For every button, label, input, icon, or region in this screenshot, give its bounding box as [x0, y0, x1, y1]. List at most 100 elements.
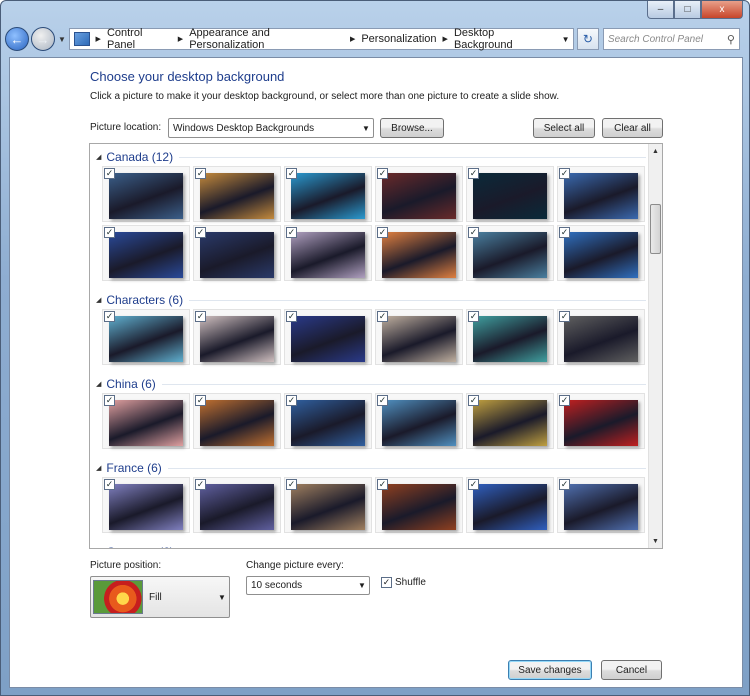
wallpaper-checkbox[interactable]: ✓ [559, 311, 570, 322]
wallpaper-checkbox[interactable]: ✓ [377, 479, 388, 490]
wallpaper-checkbox[interactable]: ✓ [377, 311, 388, 322]
wallpaper-thumbnail[interactable]: ✓ [375, 477, 463, 533]
breadcrumb-desktop-background[interactable]: Desktop Background [450, 27, 557, 51]
breadcrumb-appearance[interactable]: Appearance and Personalization [185, 27, 348, 51]
shuffle-option[interactable]: ✓ Shuffle [381, 577, 426, 588]
wallpaper-checkbox[interactable]: ✓ [468, 395, 479, 406]
cancel-button[interactable]: Cancel [601, 660, 662, 680]
wallpaper-thumbnail[interactable]: ✓ [466, 477, 554, 533]
wallpaper-checkbox[interactable]: ✓ [195, 227, 206, 238]
wallpaper-checkbox[interactable]: ✓ [195, 395, 206, 406]
address-dropdown-icon[interactable]: ▼ [557, 29, 573, 49]
change-every-select[interactable]: 10 seconds ▼ [246, 576, 370, 595]
wallpaper-thumbnail[interactable]: ✓ [284, 309, 372, 365]
wallpaper-thumbnail[interactable]: ✓ [284, 393, 372, 449]
wallpaper-checkbox[interactable]: ✓ [559, 395, 570, 406]
wallpaper-thumbnail[interactable]: ✓ [375, 225, 463, 281]
wallpaper-checkbox[interactable]: ✓ [104, 227, 115, 238]
chevron-right-icon[interactable]: ▶ [348, 35, 357, 43]
wallpaper-thumbnail[interactable]: ✓ [284, 225, 372, 281]
wallpaper-thumbnail[interactable]: ✓ [557, 309, 645, 365]
wallpaper-checkbox[interactable]: ✓ [104, 311, 115, 322]
clear-all-button[interactable]: Clear all [602, 118, 663, 138]
wallpaper-thumbnail[interactable]: ✓ [375, 166, 463, 222]
wallpaper-thumbnail[interactable]: ✓ [466, 166, 554, 222]
wallpaper-thumbnail[interactable]: ✓ [466, 309, 554, 365]
back-button[interactable]: ← [5, 27, 29, 51]
group-header[interactable]: ◢ Germany (6) [96, 543, 646, 549]
recent-pages-dropdown-icon[interactable]: ▼ [58, 35, 66, 44]
wallpaper-checkbox[interactable]: ✓ [559, 227, 570, 238]
scroll-thumb[interactable] [650, 204, 661, 254]
search-box[interactable]: Search Control Panel ⚲ [602, 28, 740, 50]
picture-location-select[interactable]: Windows Desktop Backgrounds ▼ [168, 118, 374, 138]
group-header[interactable]: ◢ Characters (6) [96, 291, 646, 309]
wallpaper-thumbnail[interactable]: ✓ [284, 166, 372, 222]
group-header[interactable]: ◢ China (6) [96, 375, 646, 393]
wallpaper-checkbox[interactable]: ✓ [104, 479, 115, 490]
wallpaper-thumbnail[interactable]: ✓ [557, 477, 645, 533]
wallpaper-checkbox[interactable]: ✓ [468, 479, 479, 490]
wallpaper-checkbox[interactable]: ✓ [559, 168, 570, 179]
group-header[interactable]: ◢ Canada (12) [96, 148, 646, 166]
vertical-scrollbar[interactable]: ▲ ▼ [648, 144, 662, 548]
wallpaper-thumbnail[interactable]: ✓ [102, 477, 190, 533]
wallpaper-thumbnail[interactable]: ✓ [102, 166, 190, 222]
breadcrumb-personalization[interactable]: Personalization [357, 33, 440, 45]
wallpaper-checkbox[interactable]: ✓ [286, 479, 297, 490]
minimize-button[interactable]: – [647, 1, 674, 19]
select-all-button[interactable]: Select all [533, 118, 595, 138]
wallpaper-thumbnail[interactable]: ✓ [466, 393, 554, 449]
browse-button[interactable]: Browse... [380, 118, 444, 138]
wallpaper-checkbox[interactable]: ✓ [286, 227, 297, 238]
wallpaper-checkbox[interactable]: ✓ [377, 227, 388, 238]
wallpaper-thumbnail[interactable]: ✓ [102, 309, 190, 365]
collapse-group-icon[interactable]: ◢ [96, 380, 101, 388]
picture-position-select[interactable]: Fill ▼ [90, 576, 230, 618]
close-button[interactable]: x [701, 1, 743, 19]
collapse-group-icon[interactable]: ◢ [96, 153, 101, 161]
wallpaper-checkbox[interactable]: ✓ [195, 479, 206, 490]
maximize-button[interactable]: □ [674, 1, 701, 19]
wallpaper-thumbnail[interactable]: ✓ [193, 477, 281, 533]
collapse-group-icon[interactable]: ◢ [96, 548, 101, 549]
scroll-down-icon[interactable]: ▼ [649, 534, 662, 548]
address-bar[interactable]: ▶ Control Panel ▶ Appearance and Persona… [68, 27, 574, 51]
wallpaper-checkbox[interactable]: ✓ [468, 168, 479, 179]
wallpaper-checkbox[interactable]: ✓ [104, 395, 115, 406]
wallpaper-thumbnail[interactable]: ✓ [102, 393, 190, 449]
wallpaper-checkbox[interactable]: ✓ [195, 311, 206, 322]
chevron-right-icon[interactable]: ▶ [176, 35, 185, 43]
group-header[interactable]: ◢ France (6) [96, 459, 646, 477]
chevron-right-icon[interactable]: ▶ [94, 35, 103, 43]
wallpaper-thumbnail[interactable]: ✓ [375, 393, 463, 449]
breadcrumb-control-panel[interactable]: Control Panel [103, 27, 176, 51]
collapse-group-icon[interactable]: ◢ [96, 296, 101, 304]
wallpaper-thumbnail[interactable]: ✓ [557, 166, 645, 222]
wallpaper-checkbox[interactable]: ✓ [468, 227, 479, 238]
wallpaper-thumbnail[interactable]: ✓ [193, 166, 281, 222]
wallpaper-checkbox[interactable]: ✓ [104, 168, 115, 179]
wallpaper-thumbnail[interactable]: ✓ [466, 225, 554, 281]
wallpaper-checkbox[interactable]: ✓ [468, 311, 479, 322]
wallpaper-thumbnail[interactable]: ✓ [284, 477, 372, 533]
wallpaper-thumbnail[interactable]: ✓ [193, 393, 281, 449]
wallpaper-thumbnail[interactable]: ✓ [557, 225, 645, 281]
wallpaper-checkbox[interactable]: ✓ [377, 168, 388, 179]
search-icon[interactable]: ⚲ [727, 33, 735, 46]
wallpaper-thumbnail[interactable]: ✓ [375, 309, 463, 365]
shuffle-checkbox[interactable]: ✓ [381, 577, 392, 588]
wallpaper-checkbox[interactable]: ✓ [286, 168, 297, 179]
search-input[interactable]: Search Control Panel [608, 34, 727, 45]
wallpaper-checkbox[interactable]: ✓ [377, 395, 388, 406]
wallpaper-thumbnail[interactable]: ✓ [557, 393, 645, 449]
wallpaper-checkbox[interactable]: ✓ [559, 479, 570, 490]
collapse-group-icon[interactable]: ◢ [96, 464, 101, 472]
forward-button[interactable]: → [31, 27, 55, 51]
save-changes-button[interactable]: Save changes [508, 660, 592, 680]
wallpaper-checkbox[interactable]: ✓ [195, 168, 206, 179]
chevron-right-icon[interactable]: ▶ [441, 35, 450, 43]
wallpaper-thumbnail[interactable]: ✓ [193, 309, 281, 365]
scroll-up-icon[interactable]: ▲ [649, 144, 662, 158]
refresh-button[interactable]: ↻ [576, 28, 599, 50]
